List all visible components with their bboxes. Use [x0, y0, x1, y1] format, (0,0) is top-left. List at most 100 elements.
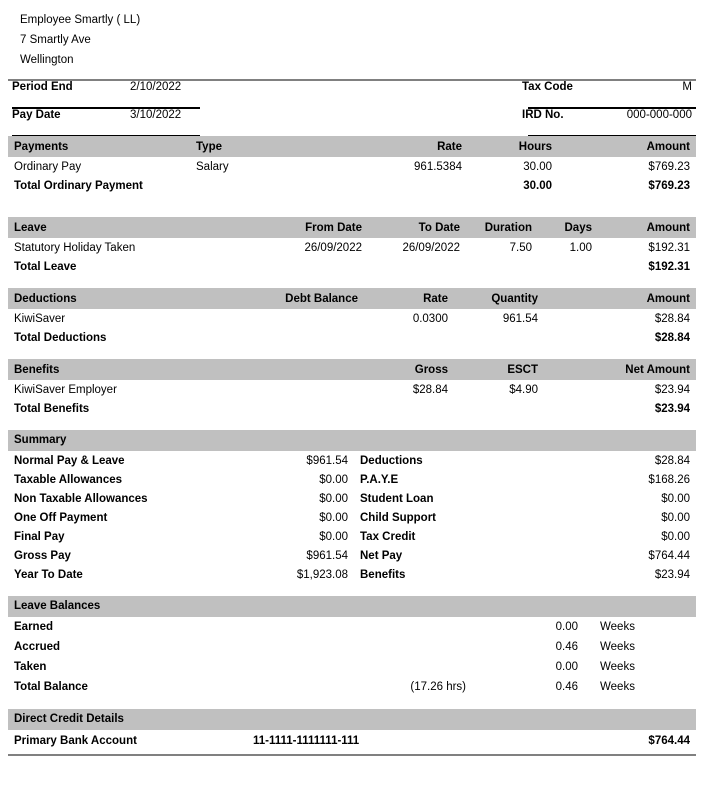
summary-right-value-3: $0.00	[661, 511, 690, 524]
payments-header-rate: Rate	[396, 136, 468, 157]
balances-credit-spacer	[8, 697, 696, 709]
period-end-label: Period End	[12, 81, 73, 93]
summary-left-label-0: Normal Pay & Leave	[14, 454, 125, 467]
leave-balance-unit-0: Weeks	[600, 621, 635, 633]
deductions-total-quantity	[454, 328, 544, 347]
payments-table: Payments Type Rate Hours Amount Ordinary…	[8, 136, 696, 195]
benefits-row-esct: $4.90	[509, 383, 538, 396]
payments-row-hours: 30.00	[523, 160, 552, 173]
leave-total-days	[538, 257, 598, 276]
benefits-total-gross	[364, 399, 454, 418]
summary-right-label-2: Student Loan	[360, 492, 434, 505]
deductions-header-amount: Amount	[544, 288, 696, 309]
leave-balance-value-3: 0.46	[555, 681, 578, 693]
leave-balance-unit-1: Weeks	[600, 641, 635, 653]
summary-left-value-2: $0.00	[319, 492, 348, 505]
leave-balance-label-2: Taken	[14, 661, 47, 673]
leave-balance-label-0: Earned	[14, 621, 53, 633]
meta-left-column: Period End 2/10/2022 Pay Date 3/10/2022	[8, 81, 352, 136]
leave-row-to: 26/09/2022	[402, 241, 460, 254]
leave-table: Leave From Date To Date Duration Days Am…	[8, 217, 696, 276]
deductions-row-debt	[266, 309, 364, 328]
leave-balance-label-3: Total Balance	[14, 681, 88, 693]
leave-header-to: To Date	[368, 217, 466, 238]
leave-total-label: Total Leave	[14, 260, 77, 273]
payments-total-row: Total Ordinary Payment 30.00 $769.23	[8, 176, 696, 195]
leave-balance-row: Accrued 0.46 Weeks	[8, 637, 696, 657]
deductions-header-name: Deductions	[8, 288, 266, 309]
period-end-row: Period End 2/10/2022	[8, 81, 352, 107]
direct-credit-divider	[8, 754, 696, 756]
summary-right-label-4: Tax Credit	[360, 530, 416, 543]
deductions-header-quantity: Quantity	[454, 288, 544, 309]
payslip-meta: Period End 2/10/2022 Pay Date 3/10/2022 …	[8, 81, 696, 136]
meta-right-column: Tax Code M IRD No. 000-000-000	[352, 81, 696, 136]
payments-row-name: Ordinary Pay	[14, 160, 82, 173]
leave-balance-note-3: (17.26 hrs)	[410, 681, 466, 693]
payments-row-amount: $769.23	[648, 160, 690, 173]
deductions-total-row: Total Deductions $28.84	[8, 328, 696, 347]
direct-credit-table: Primary Bank Account 11-1111-1111111-111…	[8, 730, 696, 752]
leave-header-duration: Duration	[466, 217, 538, 238]
summary-right-value-5: $764.44	[648, 549, 690, 562]
ird-row: IRD No. 000-000-000	[352, 109, 696, 135]
deductions-total-rate	[364, 328, 454, 347]
leave-row-days: 1.00	[569, 241, 592, 254]
benefits-total-esct	[454, 399, 544, 418]
payments-row-type: Salary	[196, 160, 229, 173]
leave-header-name: Leave	[8, 217, 278, 238]
summary-left-value-0: $961.54	[306, 454, 348, 467]
payments-total-hours: 30.00	[523, 179, 552, 192]
summary-right-value-2: $0.00	[661, 492, 690, 505]
summary-row: Year To Date $1,923.08 Benefits $23.94	[8, 565, 696, 584]
direct-credit-title: Direct Credit Details	[8, 709, 696, 730]
summary-right-value-6: $23.94	[654, 568, 690, 581]
benefits-header-esct: ESCT	[454, 359, 544, 380]
summary-title: Summary	[8, 430, 696, 451]
payments-leave-spacer	[8, 195, 696, 217]
deductions-row-name: KiwiSaver	[14, 312, 66, 325]
summary-left-value-1: $0.00	[319, 473, 348, 486]
payments-header-hours: Hours	[468, 136, 558, 157]
leave-total-duration	[466, 257, 538, 276]
leave-total-to	[368, 257, 466, 276]
benefits-row-net: $23.94	[654, 383, 690, 396]
pay-date-value: 3/10/2022	[130, 108, 182, 121]
leave-row-duration: 7.50	[509, 241, 532, 254]
summary-row: Normal Pay & Leave $961.54 Deductions $2…	[8, 451, 696, 470]
summary-right-label-1: P.A.Y.E	[360, 473, 399, 486]
deductions-row-quantity: 961.54	[502, 312, 538, 325]
summary-right-value-0: $28.84	[654, 454, 690, 467]
benefits-total-row: Total Benefits $23.94	[8, 399, 696, 418]
summary-row: Final Pay $0.00 Tax Credit $0.00	[8, 527, 696, 546]
deductions-header-debt: Debt Balance	[266, 288, 364, 309]
leave-balance-row: Total Balance (17.26 hrs) 0.46 Weeks	[8, 677, 696, 697]
direct-credit-account-0: 11-1111-1111111-111	[253, 735, 360, 747]
leave-header-days: Days	[538, 217, 598, 238]
leave-header-from: From Date	[278, 217, 368, 238]
summary-row: Gross Pay $961.54 Net Pay $764.44	[8, 546, 696, 565]
benefits-row-gross: $28.84	[412, 383, 448, 396]
leave-balance-unit-2: Weeks	[600, 661, 635, 673]
leave-total-amount: $192.31	[648, 260, 690, 273]
tax-code-value: M	[682, 81, 692, 93]
summary-right-label-5: Net Pay	[360, 549, 403, 562]
summary-left-label-1: Taxable Allowances	[14, 473, 123, 486]
tax-code-label: Tax Code	[522, 81, 573, 93]
leave-balance-value-1: 0.46	[555, 641, 578, 653]
period-end-value: 2/10/2022	[130, 81, 182, 93]
leave-total-from	[278, 257, 368, 276]
summary-left-label-3: One Off Payment	[14, 511, 108, 524]
summary-left-label-4: Final Pay	[14, 530, 65, 543]
payments-total-rate	[396, 176, 468, 195]
summary-left-value-3: $0.00	[319, 511, 348, 524]
direct-credit-amount-0: $764.44	[648, 735, 690, 747]
deductions-benefits-spacer	[8, 347, 696, 359]
leave-deductions-spacer	[8, 276, 696, 288]
deductions-header-rate: Rate	[364, 288, 454, 309]
leave-balances-title: Leave Balances	[8, 596, 696, 617]
benefits-row-name: KiwiSaver Employer	[14, 383, 117, 396]
benefits-header-net: Net Amount	[544, 359, 696, 380]
payments-total-type	[190, 176, 396, 195]
summary-left-value-4: $0.00	[319, 530, 348, 543]
